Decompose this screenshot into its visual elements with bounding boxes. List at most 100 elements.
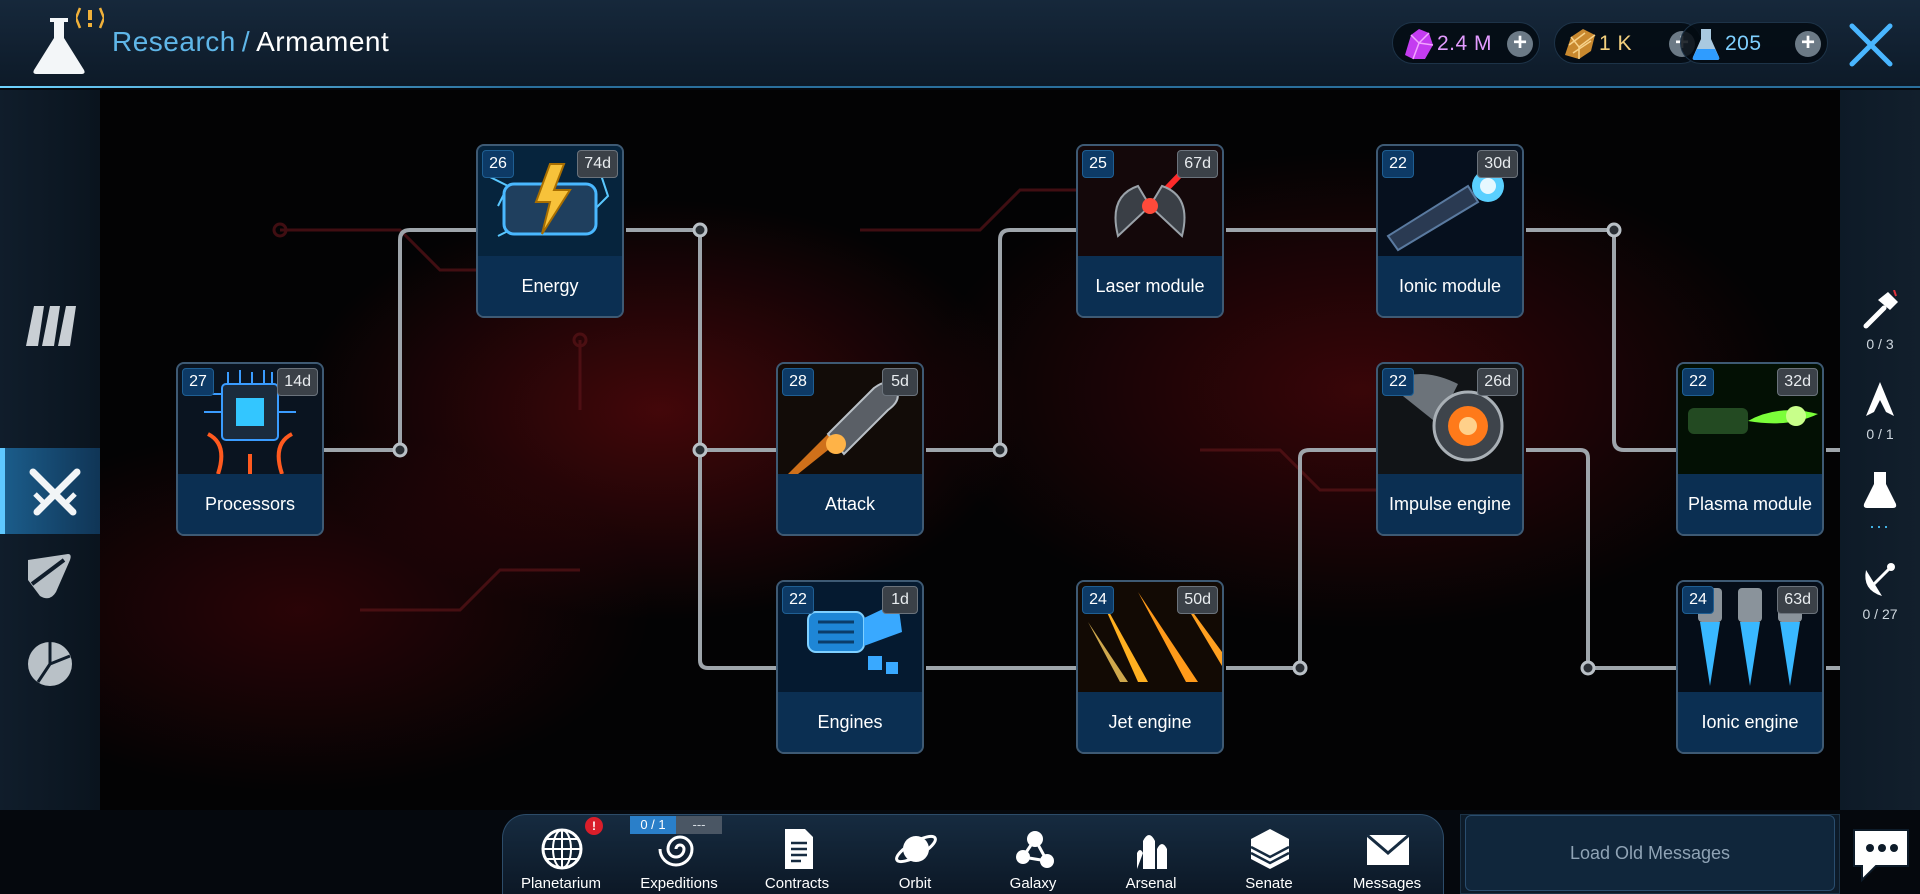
nav-messages[interactable]: Messages xyxy=(1335,815,1439,894)
chat-bubble-icon[interactable] xyxy=(1848,824,1914,884)
research-node-ionic-engine[interactable]: 24 63d Ionic engine xyxy=(1676,580,1824,754)
nav-orbit[interactable]: Orbit xyxy=(863,815,967,894)
tab-economy[interactable] xyxy=(0,620,100,706)
node-level-badge: 22 xyxy=(782,586,814,614)
hammer-icon xyxy=(1863,290,1898,329)
research-node-plasma-module[interactable]: 22 32d Plasma module xyxy=(1676,362,1824,536)
node-time-badge: 67d xyxy=(1177,150,1218,178)
node-level-badge: 22 xyxy=(1382,368,1414,396)
node-label: Jet engine xyxy=(1078,692,1222,752)
node-level-badge: 26 xyxy=(482,150,514,178)
tab-armament[interactable] xyxy=(0,448,100,534)
build-queue-count: 0 / 3 xyxy=(1866,336,1894,352)
research-node-engines[interactable]: 22 1d Engines xyxy=(776,580,924,754)
research-node-attack[interactable]: 28 5d Attack xyxy=(776,362,924,536)
crossed-swords-icon xyxy=(29,468,81,516)
node-time-badge: 14d xyxy=(277,368,318,396)
ship-queue-count: 0 / 1 xyxy=(1866,426,1894,442)
node-time-badge: 30d xyxy=(1477,150,1518,178)
breadcrumb-research[interactable]: Research xyxy=(112,26,236,57)
node-time-badge: 1d xyxy=(882,586,918,614)
research-amount: 205 xyxy=(1725,32,1762,55)
node-time-badge: 32d xyxy=(1777,368,1818,396)
ship-icon xyxy=(1866,382,1894,416)
node-time-badge: 63d xyxy=(1777,586,1818,614)
nav-label: Arsenal xyxy=(1125,875,1177,892)
document-icon xyxy=(785,829,813,869)
gold-ore-icon xyxy=(1565,29,1596,59)
globe-icon xyxy=(541,828,583,870)
flasks-icon xyxy=(26,306,76,346)
nav-label: Senate xyxy=(1245,875,1293,892)
research-node-energy[interactable]: 26 74d Energy xyxy=(476,144,624,318)
node-level-badge: 24 xyxy=(1682,586,1714,614)
nav-label: Orbit xyxy=(898,875,932,892)
node-label: Ionic module xyxy=(1378,256,1522,316)
node-label: Processors xyxy=(178,474,322,534)
missiles-icon xyxy=(1137,835,1167,869)
research-queue[interactable]: ... xyxy=(1840,464,1920,554)
planet-ring-icon xyxy=(895,834,937,864)
tab-research-general[interactable] xyxy=(0,280,100,366)
nav-arsenal[interactable]: Arsenal xyxy=(1099,815,1203,894)
nav-label: Messages xyxy=(1352,875,1422,892)
tree-connectors xyxy=(272,182,1840,676)
category-sidebar xyxy=(0,90,100,810)
node-label: Impulse engine xyxy=(1378,474,1522,534)
add-crystal-button[interactable]: + xyxy=(1507,31,1533,57)
research-node-ionic-module[interactable]: 22 30d Ionic module xyxy=(1376,144,1524,318)
nav-contracts[interactable]: Contracts xyxy=(745,815,849,894)
node-time-badge: 74d xyxy=(577,150,618,178)
scan-queue[interactable]: 0 / 27 xyxy=(1840,554,1920,644)
node-label: Energy xyxy=(478,256,622,316)
add-research-button[interactable]: + xyxy=(1795,31,1821,57)
nav-label: Planetarium xyxy=(520,875,602,892)
expeditions-status-bar: 0 / 1 --- xyxy=(630,816,722,834)
breadcrumb: Research / Armament xyxy=(112,26,389,58)
flask-icon xyxy=(1863,472,1897,508)
research-node-laser-module[interactable]: 25 67d Laser module xyxy=(1076,144,1224,318)
expeditions-count: 0 / 1 xyxy=(630,816,676,834)
build-queue[interactable]: 0 / 3 xyxy=(1840,284,1920,374)
research-tree-canvas: 27 14d Processors 26 74d Energy 28 5d At… xyxy=(100,90,1840,810)
nav-label: Contracts xyxy=(764,875,830,892)
node-label: Engines xyxy=(778,692,922,752)
close-icon[interactable] xyxy=(1846,20,1896,70)
top-bar: Research/Armament 2.4 M + 1 K + 205 + xyxy=(0,0,1920,88)
shield-icon xyxy=(28,554,71,599)
node-label: Attack xyxy=(778,474,922,534)
resource-research: 205 + xyxy=(1680,22,1828,64)
node-level-badge: 25 xyxy=(1082,150,1114,178)
load-old-messages-button[interactable]: Load Old Messages xyxy=(1465,815,1835,891)
research-node-impulse-engine[interactable]: 22 26d Impulse engine xyxy=(1376,362,1524,536)
node-level-badge: 22 xyxy=(1682,368,1714,396)
breadcrumb-armament: Armament xyxy=(256,26,390,57)
nav-senate[interactable]: Senate xyxy=(1217,815,1321,894)
node-level-badge: 27 xyxy=(182,368,214,396)
tab-defense[interactable] xyxy=(0,534,100,620)
expeditions-extra: --- xyxy=(676,816,722,834)
flask-icon xyxy=(1692,29,1720,60)
senate-hexagon-icon xyxy=(1250,829,1290,869)
node-label: Ionic engine xyxy=(1678,692,1822,752)
crystal-icon xyxy=(1405,29,1434,60)
research-node-jet-engine[interactable]: 24 50d Jet engine xyxy=(1076,580,1224,754)
node-level-badge: 28 xyxy=(782,368,814,396)
nav-label: Galaxy xyxy=(1009,875,1057,892)
gold-amount: 1 K xyxy=(1599,32,1633,55)
node-level-badge: 24 xyxy=(1082,586,1114,614)
message-panel: Load Old Messages xyxy=(1460,814,1840,894)
crystal-amount: 2.4 M xyxy=(1437,32,1493,55)
planetarium-alert-badge: ! xyxy=(585,817,603,835)
node-time-badge: 26d xyxy=(1477,368,1518,396)
nav-planetarium[interactable]: ! Planetarium xyxy=(509,815,613,894)
node-label: Plasma module xyxy=(1678,474,1822,534)
ship-queue[interactable]: 0 / 1 xyxy=(1840,374,1920,464)
research-queue-status: ... xyxy=(1869,512,1891,532)
research-node-processors[interactable]: 27 14d Processors xyxy=(176,362,324,536)
nav-label: Expeditions xyxy=(640,875,718,892)
nav-galaxy[interactable]: Galaxy xyxy=(981,815,1085,894)
resource-crystal: 2.4 M + xyxy=(1392,22,1540,64)
breadcrumb-separator: / xyxy=(241,26,251,57)
pie-chart-icon xyxy=(28,642,72,686)
